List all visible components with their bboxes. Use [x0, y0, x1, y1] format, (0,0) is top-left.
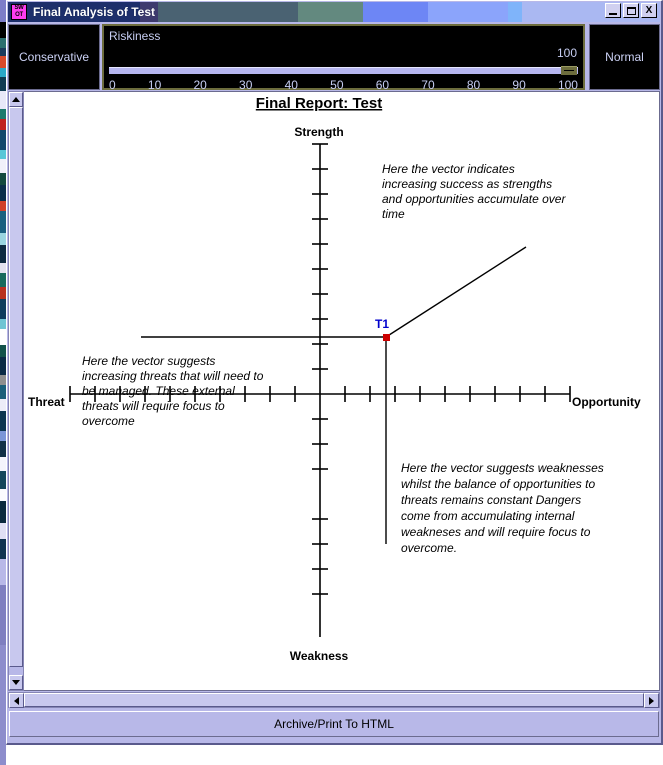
scroll-up-button[interactable]	[9, 92, 23, 107]
axis-label-strength: Strength	[294, 125, 343, 139]
weakness-note-line-6: overcome.	[401, 541, 457, 555]
slider-tick-0: 0	[109, 78, 116, 92]
scroll-right-button[interactable]	[644, 693, 659, 708]
point-marker-t1[interactable]	[383, 334, 390, 341]
title-bar[interactable]: SW OT Final Analysis of Test X	[8, 2, 660, 22]
slider-tick-100: 100	[557, 78, 578, 92]
swot-chart: Final Report: Test Strength Weakness Thr…	[28, 95, 641, 663]
slider-tick-20: 20	[193, 78, 207, 92]
axis-label-opportunity: Opportunity	[572, 395, 641, 409]
normal-label: Normal	[605, 50, 644, 64]
weakness-note-line-3: threats remains constant Dangers	[401, 493, 581, 507]
threat-note-line-1: Here the vector suggests	[82, 354, 215, 368]
minimize-button[interactable]	[605, 3, 621, 18]
close-button[interactable]: X	[641, 3, 657, 18]
weakness-note-line-4: come from accumulating internal	[401, 509, 575, 523]
weakness-note-line-2: whilst the balance of opportunities to	[401, 477, 595, 491]
slider-tick-70: 70	[421, 78, 435, 92]
swot-icon: SW OT	[11, 4, 27, 20]
scroll-down-button[interactable]	[9, 675, 23, 690]
slider-tick-80: 80	[466, 78, 481, 92]
client-area: Final Report: Test Strength Weakness Thr…	[8, 91, 660, 691]
archive-print-button[interactable]: Archive/Print To HTML	[9, 711, 659, 737]
normal-label-panel: Normal	[589, 24, 660, 90]
window-title: Final Analysis of Test	[33, 5, 156, 19]
horizontal-scroll-track[interactable]	[24, 693, 644, 707]
threat-note: Here the vector suggests increasing thre…	[82, 354, 264, 428]
slider-tick-90: 90	[512, 78, 526, 92]
vertical-scroll-thumb[interactable]	[9, 107, 23, 667]
vertical-scroll-track[interactable]	[9, 107, 23, 675]
maximize-button[interactable]	[623, 3, 639, 18]
window-controls: X	[605, 3, 657, 18]
slider-tick-50: 50	[330, 78, 344, 92]
chevron-down-icon	[12, 680, 20, 685]
point-label-t1: T1	[375, 317, 389, 331]
slider-tick-40: 40	[284, 78, 298, 92]
threat-note-line-4: threats will require focus to	[82, 399, 225, 413]
riskiness-title: Riskiness	[109, 29, 161, 43]
maximize-icon	[626, 6, 636, 15]
chevron-right-icon	[649, 696, 654, 705]
swot-icon-line1: SW	[14, 5, 24, 11]
slider-thumb[interactable]	[561, 66, 577, 75]
success-note: Here the vector indicates increasing suc…	[382, 162, 566, 221]
threat-note-line-2: increasing threats that will need to	[82, 369, 264, 383]
horizontal-scrollbar[interactable]	[8, 692, 660, 708]
application-window: SW OT Final Analysis of Test X Conservat…	[6, 0, 663, 745]
success-note-line-4: time	[382, 207, 405, 221]
chart-title: Final Report: Test	[256, 95, 382, 112]
minimize-icon	[609, 12, 617, 15]
weakness-note: Here the vector suggests weaknesses whil…	[401, 461, 604, 555]
status-bar-label: Archive/Print To HTML	[274, 717, 394, 731]
chart-canvas[interactable]: Final Report: Test Strength Weakness Thr…	[24, 91, 660, 691]
success-note-line-1: Here the vector indicates	[382, 162, 515, 176]
slider-tick-10: 10	[147, 78, 162, 92]
weakness-note-line-1: Here the vector suggests weaknesses	[401, 461, 604, 475]
vertical-scrollbar[interactable]	[8, 91, 24, 691]
slider-tick-labels: 0 10 20 30 40 50 60 70 80 90 100	[109, 78, 578, 92]
riskiness-toolbar: Conservative Riskiness 100 0 10 20 30 40…	[8, 23, 660, 92]
scroll-left-button[interactable]	[9, 693, 24, 708]
threat-note-line-3: be managed. These external	[82, 384, 235, 398]
success-note-line-3: and opportunities accumulate over	[382, 192, 566, 206]
slider-track[interactable]	[109, 67, 578, 74]
axis-label-threat: Threat	[28, 395, 65, 409]
success-note-line-2: increasing success as strengths	[382, 177, 552, 191]
chevron-up-icon	[12, 97, 20, 102]
vertical-axis	[312, 143, 328, 637]
riskiness-value: 100	[556, 46, 577, 60]
slider-tick-30: 30	[239, 78, 253, 92]
horizontal-scroll-thumb[interactable]	[24, 693, 644, 707]
slider-tick-60: 60	[375, 78, 390, 92]
threat-note-line-5: overcome	[82, 414, 135, 428]
riskiness-slider-panel[interactable]: Riskiness 100 0 10 20 30 40 50 60 70 80 …	[102, 24, 585, 92]
riskiness-slider[interactable]	[109, 65, 578, 76]
conservative-label: Conservative	[18, 50, 90, 64]
axis-label-weakness: Weakness	[290, 649, 349, 663]
conservative-label-panel: Conservative	[8, 24, 100, 90]
close-icon: X	[645, 4, 653, 16]
swot-icon-line2: OT	[15, 12, 23, 18]
chevron-left-icon	[14, 696, 19, 705]
weakness-note-line-5: weakneses and will require focus to	[401, 525, 591, 539]
success-vector	[385, 246, 527, 338]
